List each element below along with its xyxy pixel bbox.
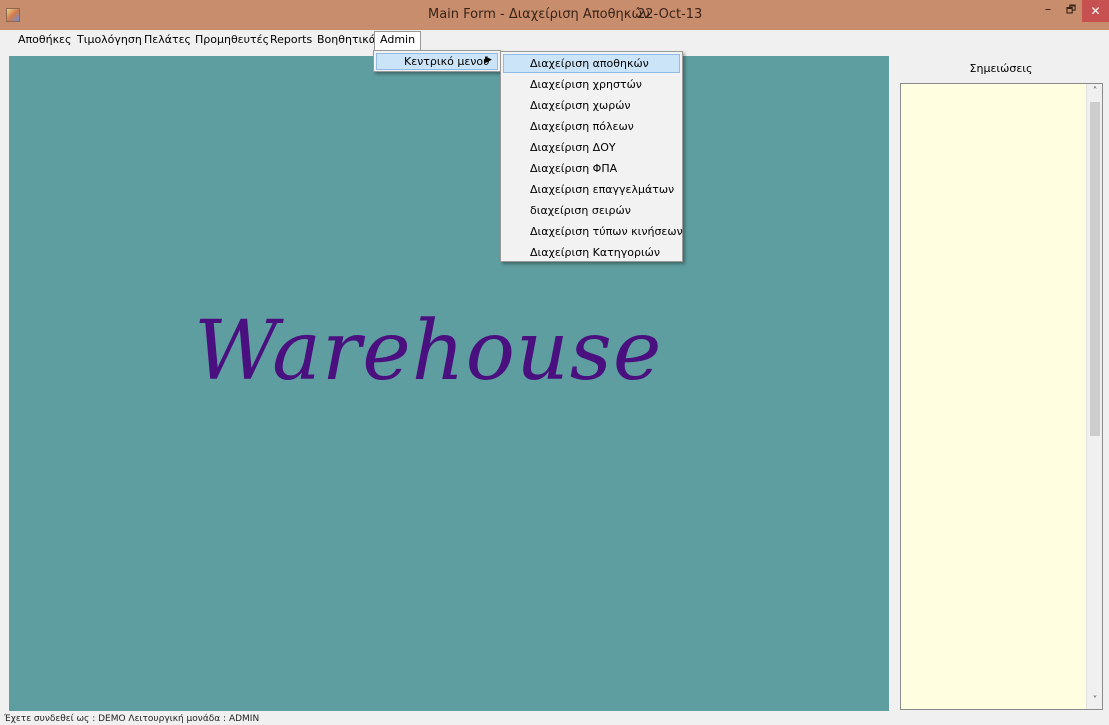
menu-suppliers[interactable]: Προμηθευτές — [192, 32, 272, 50]
window-date: 22-Oct-13 — [637, 7, 703, 22]
notes-header: Σημειώσεις — [969, 62, 1033, 75]
submenu-item-warehouses[interactable]: Διαχείριση αποθηκών — [503, 54, 680, 73]
scroll-thumb[interactable] — [1090, 102, 1100, 436]
menu-admin[interactable]: Admin — [374, 31, 422, 51]
admin-dropdown: Κεντρικό μενού ▶ — [373, 50, 501, 72]
submenu-item-cities[interactable]: Διαχείριση πόλεων — [503, 117, 680, 136]
menu-main-menu[interactable]: Κεντρικό μενού ▶ — [376, 53, 498, 70]
main-menu-submenu: Διαχείριση αποθηκών Διαχείριση χρηστών Δ… — [500, 51, 683, 262]
submenu-item-categories[interactable]: Διαχείριση Κατηγοριών — [503, 243, 680, 262]
submenu-arrow-icon: ▶ — [485, 55, 492, 65]
menu-bar: Αποθήκες Τιμολόγηση Πελάτες Προμηθευτές … — [0, 30, 1109, 51]
title-bar: Main Form - Διαχείριση Αποθηκών 22-Oct-1… — [0, 0, 1109, 30]
submenu-item-movement-types[interactable]: Διαχείριση τύπων κινήσεων — [503, 222, 683, 241]
menu-warehouses[interactable]: Αποθήκες — [15, 32, 74, 50]
restore-button[interactable]: 🗗 — [1060, 0, 1082, 21]
mdi-workspace: Warehouse — [9, 56, 889, 711]
notes-panel: Σημειώσεις ˄ ˅ — [893, 56, 1109, 711]
app-icon[interactable] — [6, 8, 20, 22]
menu-reports[interactable]: Reports — [267, 32, 315, 50]
notes-scrollbar[interactable]: ˄ ˅ — [1086, 84, 1102, 709]
status-bar: Έχετε συνδεθεί ως : DEMO Λειτουργική μον… — [0, 713, 1109, 725]
submenu-item-countries[interactable]: Διαχείριση χωρών — [503, 96, 680, 115]
scroll-up-icon[interactable]: ˄ — [1087, 84, 1103, 100]
window-title: Main Form - Διαχείριση Αποθηκών — [428, 7, 650, 22]
warehouse-watermark: Warehouse — [194, 304, 663, 399]
submenu-item-series[interactable]: διαχείριση σειρών — [503, 201, 680, 220]
submenu-item-tax-offices[interactable]: Διαχείριση ΔΟΥ — [503, 138, 680, 157]
close-button[interactable]: ✕ — [1082, 0, 1109, 22]
submenu-item-vat[interactable]: Διαχείριση ΦΠΑ — [503, 159, 680, 178]
menu-main-menu-label: Κεντρικό μενού — [404, 55, 490, 68]
scroll-down-icon[interactable]: ˅ — [1087, 693, 1103, 709]
submenu-item-users[interactable]: Διαχείριση χρηστών — [503, 75, 680, 94]
notes-textarea[interactable]: ˄ ˅ — [900, 83, 1103, 710]
menu-customers[interactable]: Πελάτες — [141, 32, 194, 50]
submenu-item-professions[interactable]: Διαχείριση επαγγελμάτων — [503, 180, 680, 199]
menu-invoicing[interactable]: Τιμολόγηση — [74, 32, 145, 50]
minimize-button[interactable]: – — [1036, 0, 1060, 21]
menu-utilities[interactable]: Βοηθητικά — [314, 32, 379, 50]
